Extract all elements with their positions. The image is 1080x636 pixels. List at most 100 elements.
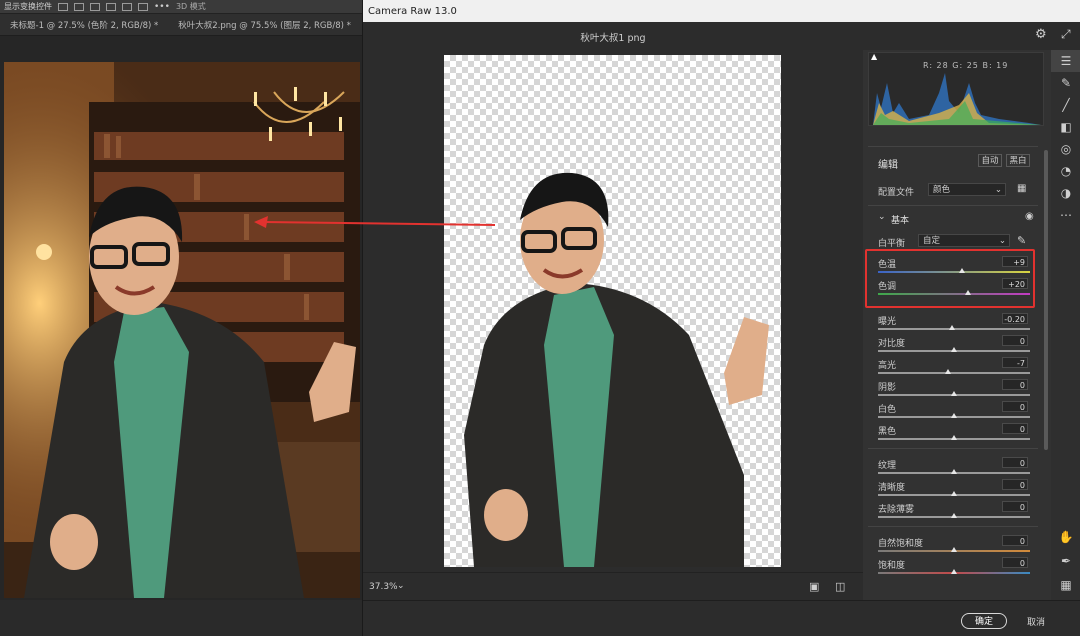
- slider-thumb[interactable]: [951, 569, 957, 574]
- slider-label: 自然饱和度: [878, 539, 924, 549]
- chevron-down-icon[interactable]: ⌄: [397, 581, 405, 591]
- slider-value-input[interactable]: 0: [1002, 535, 1028, 546]
- slider-label: 曝光: [878, 317, 897, 327]
- slider-thumb[interactable]: [951, 347, 957, 352]
- document-tab-qiuye[interactable]: 秋叶大叔2.png @ 75.5% (图层 2, RGB/8) *: [168, 19, 361, 31]
- composite-photo: [4, 62, 360, 598]
- chevron-down-icon[interactable]: ⌄: [878, 212, 886, 222]
- slider-row: 饱和度 0: [864, 557, 1044, 578]
- slider-row: 曝光 -0.20: [864, 313, 1044, 334]
- chevron-down-icon: ⌄: [998, 236, 1006, 246]
- chevron-down-icon: ⌄: [994, 185, 1002, 195]
- auto-button[interactable]: 自动: [978, 154, 1002, 167]
- slider-value-input[interactable]: 0: [1002, 457, 1028, 468]
- dialog-footer: 确定 取消: [363, 600, 1080, 636]
- document-tab-untitled[interactable]: 未标题-1 @ 27.5% (色阶 2, RGB/8) *: [0, 19, 168, 31]
- slider-thumb[interactable]: [951, 469, 957, 474]
- more-icon[interactable]: ⋯: [1051, 204, 1080, 226]
- red-eye-icon[interactable]: ◔: [1051, 160, 1080, 182]
- slider-track[interactable]: [878, 372, 1030, 374]
- hand-icon[interactable]: ✋: [1051, 526, 1080, 548]
- camera-raw-dialog: Camera Raw 13.0 秋叶大叔1 png ⚙ ⤢ 37.3% ⌄ ▣ …: [362, 0, 1080, 636]
- slider-label: 阴影: [878, 383, 897, 393]
- section-divider: [868, 448, 1038, 449]
- slider-thumb[interactable]: [951, 513, 957, 518]
- highlight-box: [865, 249, 1035, 308]
- slider-value-input[interactable]: 0: [1002, 501, 1028, 512]
- zoom-level[interactable]: 37.3%: [369, 582, 398, 592]
- ok-button[interactable]: 确定: [961, 613, 1007, 629]
- slider-label: 饱和度: [878, 561, 906, 571]
- align-bottom-icon[interactable]: [138, 2, 148, 11]
- slider-label: 白色: [878, 405, 897, 415]
- slider-thumb[interactable]: [951, 491, 957, 496]
- edit-panel: ▲ R: 28 G: 25 B: 19 编辑 自动 黑白 配置文件 颜色 ⌄ ▦…: [864, 50, 1048, 600]
- fullscreen-icon[interactable]: ⤢: [1061, 27, 1071, 42]
- document-tabs: 未标题-1 @ 27.5% (色阶 2, RGB/8) * 秋叶大叔2.png …: [0, 14, 362, 36]
- white-balance-select[interactable]: 自定 ⌄: [918, 234, 1010, 247]
- cancel-button[interactable]: 取消: [1027, 615, 1045, 628]
- gear-icon[interactable]: ⚙: [1035, 27, 1047, 42]
- slider-label: 对比度: [878, 339, 906, 349]
- more-options-icon[interactable]: •••: [154, 2, 170, 12]
- grid-icon[interactable]: ▦: [1051, 574, 1080, 596]
- slider-thumb[interactable]: [951, 547, 957, 552]
- dialog-title-bar: Camera Raw 13.0: [363, 0, 1080, 22]
- slider-thumb[interactable]: [944, 369, 951, 374]
- slider-label: 黑色: [878, 427, 897, 437]
- section-divider: [868, 526, 1038, 527]
- dialog-title: Camera Raw 13.0: [368, 5, 457, 17]
- slider-value-input[interactable]: 0: [1002, 557, 1028, 568]
- slider-value-input[interactable]: 0: [1002, 335, 1028, 346]
- eyedropper-icon[interactable]: ✎: [1017, 234, 1026, 247]
- white-balance-label: 白平衡: [878, 239, 906, 249]
- brush-icon[interactable]: ╱: [1051, 94, 1080, 116]
- fit-view-icon[interactable]: ▣: [809, 580, 819, 593]
- color-sampler-icon[interactable]: ✒: [1051, 550, 1080, 572]
- transparent-cutout-preview[interactable]: [444, 55, 781, 567]
- photoshop-options-bar: 显示变换控件 ••• 3D 模式: [0, 0, 362, 14]
- align-right-icon[interactable]: [90, 2, 100, 11]
- edit-section-title: 编辑: [878, 160, 898, 171]
- align-top-icon[interactable]: [106, 2, 116, 11]
- white-balance-value: 自定: [923, 236, 941, 246]
- profile-browser-icon[interactable]: ▦: [1017, 183, 1026, 194]
- slider-value-input[interactable]: -7: [1002, 357, 1028, 368]
- slider-value-input[interactable]: 0: [1002, 423, 1028, 434]
- slider-row: 纹理 0: [864, 457, 1044, 478]
- slider-thumb[interactable]: [951, 391, 957, 396]
- 3d-mode-label: 3D 模式: [175, 2, 206, 11]
- profile-select[interactable]: 颜色 ⌄: [928, 183, 1006, 196]
- tool-strip: ☰ ✎ ╱ ◧ ◎ ◔ ◑ ⋯ ✋ ✒ ▦: [1051, 50, 1080, 600]
- profile-label: 配置文件: [878, 188, 915, 198]
- panel-scrollbar[interactable]: [1044, 150, 1048, 450]
- presets-icon[interactable]: ◑: [1051, 182, 1080, 204]
- slider-label: 清晰度: [878, 483, 906, 493]
- slider-label: 去除薄雾: [878, 505, 915, 515]
- slider-value-input[interactable]: 0: [1002, 479, 1028, 490]
- slider-thumb[interactable]: [951, 413, 957, 418]
- align-middle-icon[interactable]: [122, 2, 132, 11]
- linear-gradient-icon[interactable]: ◧: [1051, 116, 1080, 138]
- profile-value: 颜色: [933, 185, 951, 195]
- histogram: ▲ R: 28 G: 25 B: 19: [868, 52, 1044, 126]
- edit-sliders-icon[interactable]: ☰: [1051, 50, 1080, 72]
- photoshop-status-bar: [0, 600, 362, 636]
- slider-label: 高光: [878, 361, 897, 371]
- eye-icon[interactable]: ◉: [1025, 211, 1034, 222]
- slider-value-input[interactable]: 0: [1002, 401, 1028, 412]
- slider-value-input[interactable]: 0: [1002, 379, 1028, 390]
- radial-filter-icon[interactable]: ◎: [1051, 138, 1080, 160]
- basic-section-title[interactable]: 基本: [891, 213, 909, 226]
- align-center-icon[interactable]: [74, 2, 84, 11]
- slider-thumb[interactable]: [951, 435, 957, 440]
- black-white-button[interactable]: 黑白: [1006, 154, 1030, 167]
- before-after-icon[interactable]: ◫: [835, 580, 845, 593]
- file-name: 秋叶大叔1 png: [580, 33, 646, 44]
- slider-label: 纹理: [878, 461, 897, 471]
- slider-thumb[interactable]: [949, 325, 956, 330]
- healing-brush-icon[interactable]: ✎: [1051, 72, 1080, 94]
- show-transform-controls-label[interactable]: 显示变换控件: [4, 1, 52, 12]
- slider-value-input[interactable]: -0.20: [1002, 313, 1028, 324]
- align-left-icon[interactable]: [58, 2, 68, 11]
